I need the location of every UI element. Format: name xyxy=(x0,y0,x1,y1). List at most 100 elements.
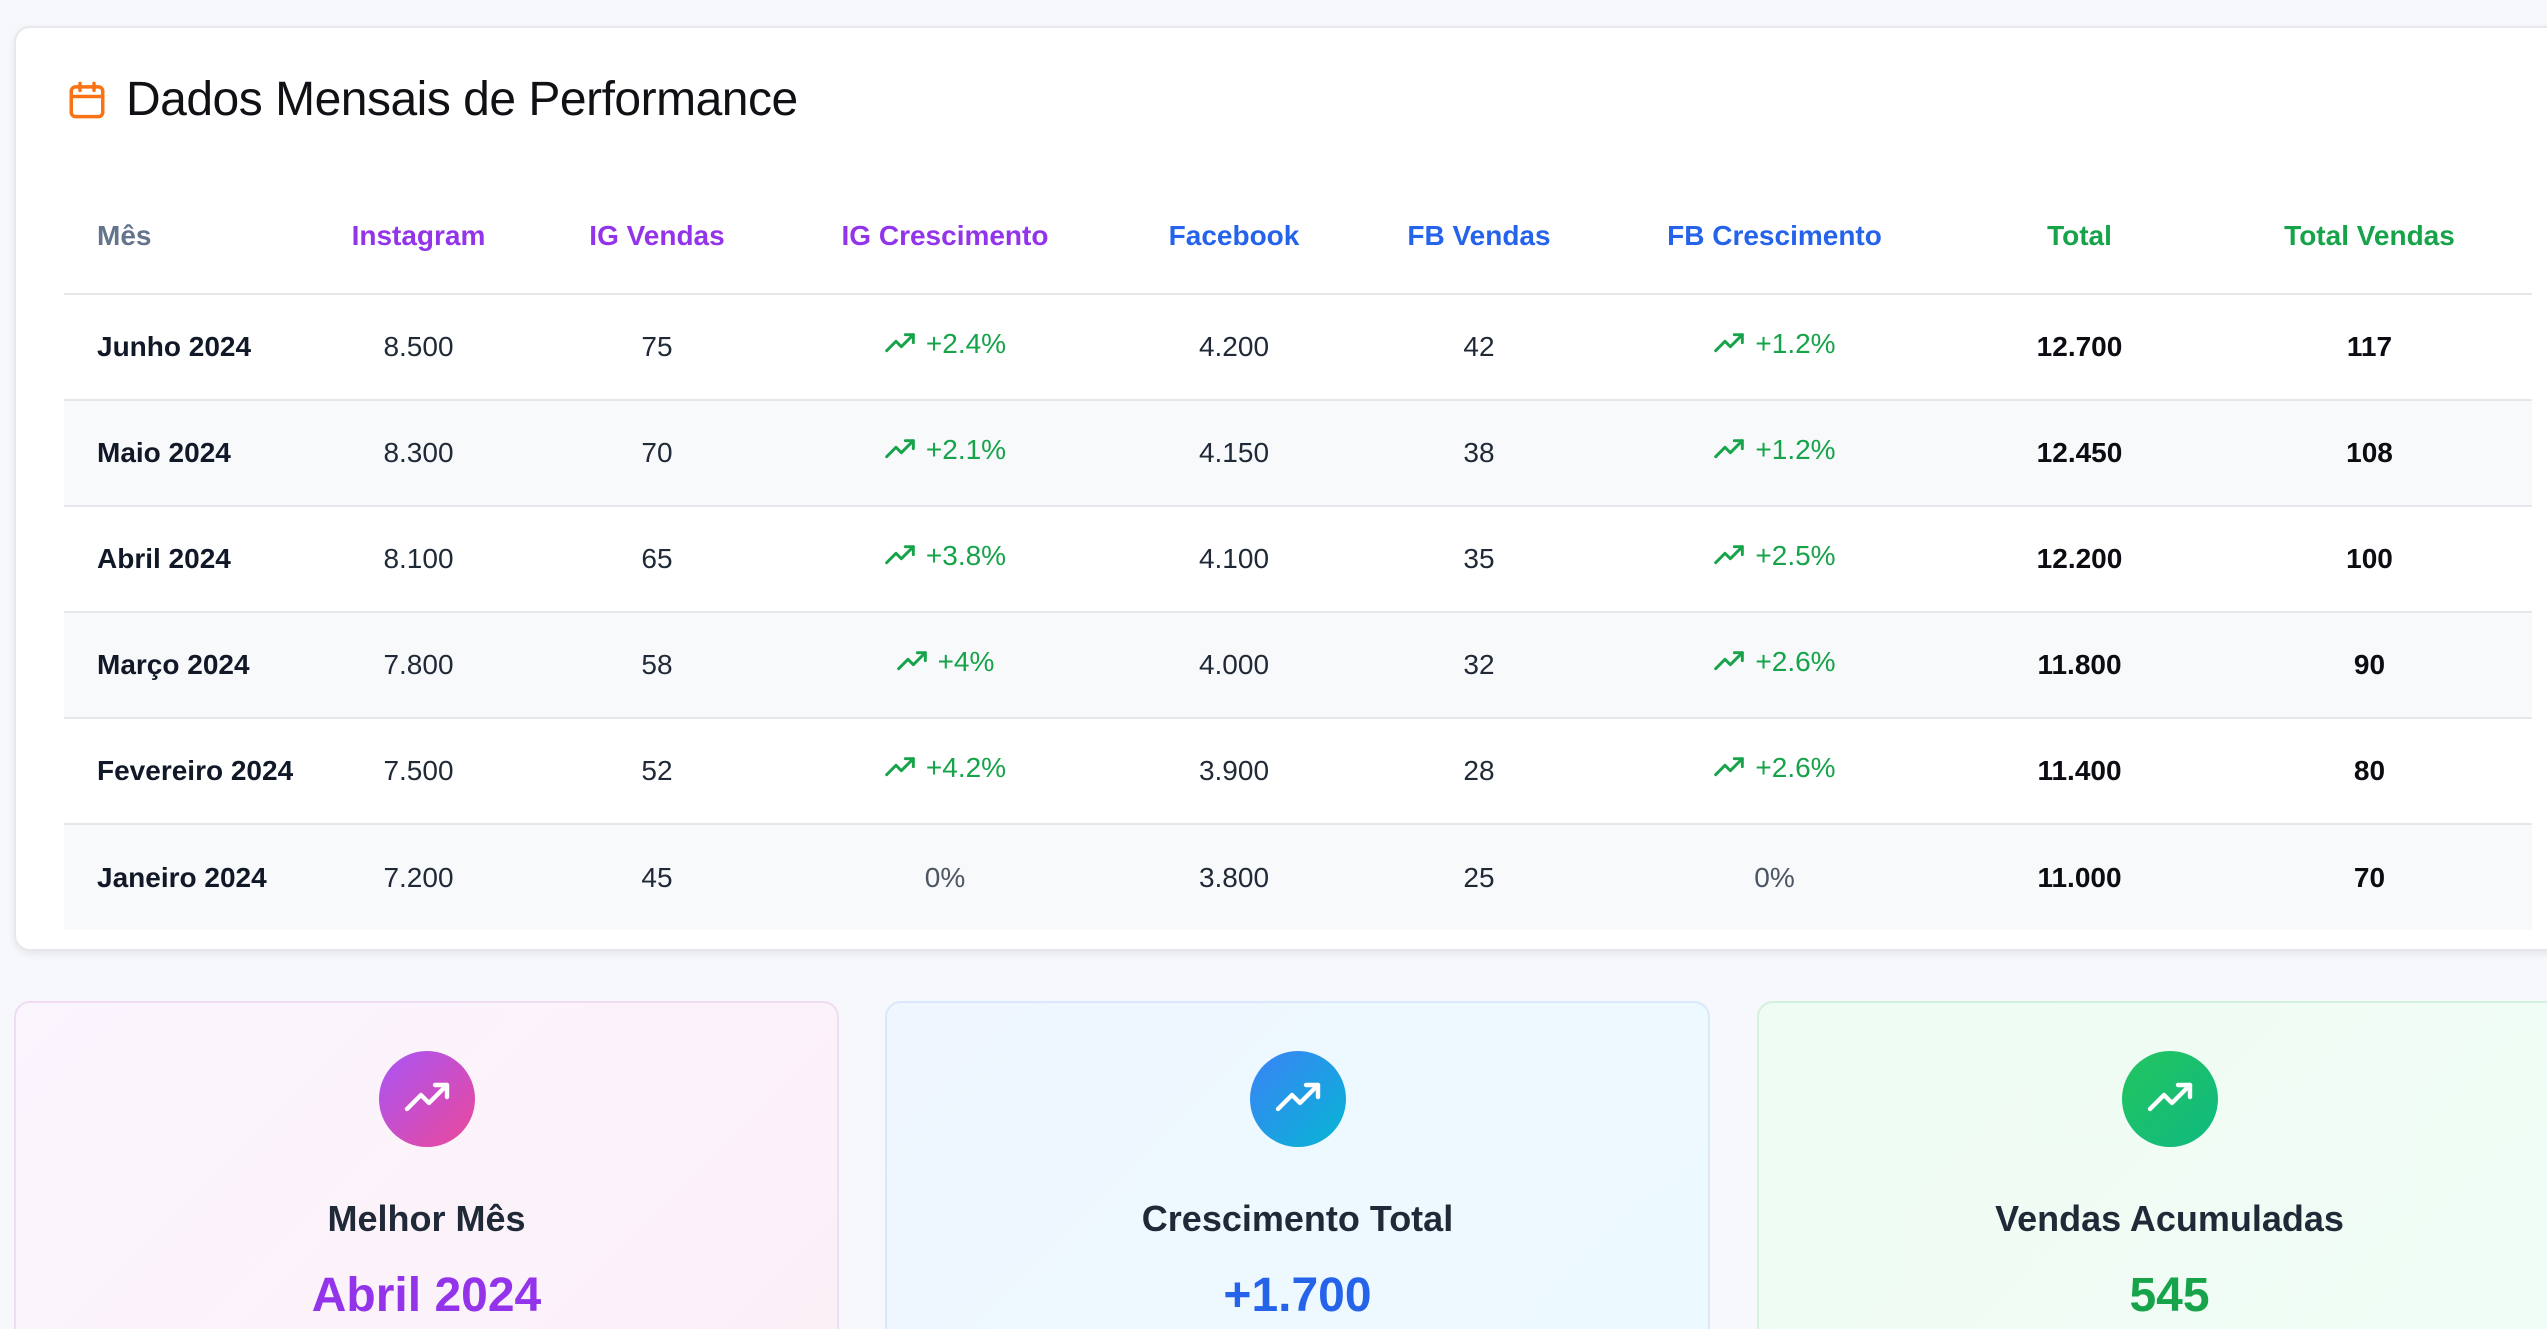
cell-total: 12.450 xyxy=(1952,400,2207,507)
cell-total-sales: 90 xyxy=(2207,612,2532,719)
accumulated-sales-card: Vendas Acumuladas 545 xyxy=(1757,1001,2547,1329)
cell-total-sales: 108 xyxy=(2207,400,2532,507)
cell-fb-growth: 0% xyxy=(1597,824,1952,930)
trending-up-icon xyxy=(884,540,916,572)
trending-up-icon xyxy=(1713,646,1745,678)
cell-instagram: 7.200 xyxy=(306,824,531,930)
total-growth-label: Crescimento Total xyxy=(1141,1198,1454,1239)
cell-month: Janeiro 2024 xyxy=(64,824,306,930)
cell-fb-sales: 35 xyxy=(1361,506,1597,613)
growth-indicator: +3.8% xyxy=(884,540,1006,572)
accumulated-sales-label: Vendas Acumuladas xyxy=(1995,1198,2344,1239)
column-header-total[interactable]: Total xyxy=(1952,178,2207,295)
cell-total-sales: 70 xyxy=(2207,824,2532,930)
cell-facebook: 4.200 xyxy=(1107,294,1361,401)
growth-value: +3.8% xyxy=(925,539,1007,571)
cell-facebook: 4.000 xyxy=(1107,612,1361,719)
growth-value: +2.6% xyxy=(1755,645,1836,677)
table-header-row: Mês Instagram IG Vendas IG Crescimento F… xyxy=(64,178,2532,295)
cell-ig-sales: 70 xyxy=(531,400,783,507)
cell-instagram: 8.300 xyxy=(306,400,531,507)
cell-fb-sales: 32 xyxy=(1361,612,1597,719)
growth-value: +2.1% xyxy=(925,433,1007,465)
cell-ig-sales: 75 xyxy=(531,294,783,401)
table-row[interactable]: Janeiro 2024 7.200 45 0% 3.800 25 0% 11.000 70 xyxy=(64,824,2532,930)
cell-total: 12.700 xyxy=(1952,294,2207,401)
total-growth-badge xyxy=(1249,1051,1346,1147)
cell-month: Fevereiro 2024 xyxy=(64,718,306,825)
growth-neutral: 0% xyxy=(1754,861,1795,893)
column-header-fb-sales[interactable]: FB Vendas xyxy=(1361,178,1597,295)
trending-up-icon xyxy=(884,328,916,360)
cell-total-sales: 117 xyxy=(2207,294,2532,401)
cell-month: Maio 2024 xyxy=(64,400,306,507)
cell-ig-growth: +2.1% xyxy=(783,400,1107,507)
page-title: Dados Mensais de Performance xyxy=(126,73,798,126)
table-row[interactable]: Março 2024 7.800 58 +4% 4.000 32 +2.6% 11.800 90 xyxy=(64,612,2532,719)
growth-indicator: +2.6% xyxy=(1713,752,1836,784)
trending-up-icon xyxy=(2146,1075,2194,1123)
trending-up-icon xyxy=(884,752,916,784)
trending-up-icon xyxy=(884,434,916,466)
cell-fb-growth: +2.5% xyxy=(1597,506,1952,613)
growth-value: +4.2% xyxy=(925,751,1007,783)
growth-value: +2.4% xyxy=(925,327,1007,359)
trending-up-icon xyxy=(1713,540,1745,572)
cell-fb-sales: 28 xyxy=(1361,718,1597,825)
column-header-instagram[interactable]: Instagram xyxy=(306,178,531,295)
growth-neutral: 0% xyxy=(924,861,966,893)
growth-indicator: +2.5% xyxy=(1713,539,1836,572)
card-header: Dados Mensais de Performance xyxy=(66,72,798,127)
cell-ig-growth: +2.4% xyxy=(783,294,1107,401)
performance-table: Mês Instagram IG Vendas IG Crescimento F… xyxy=(64,178,2532,930)
column-header-facebook[interactable]: Facebook xyxy=(1107,178,1361,295)
cell-ig-growth: +4% xyxy=(783,612,1107,719)
cell-facebook: 3.900 xyxy=(1107,718,1361,825)
cell-instagram: 8.100 xyxy=(306,506,531,613)
table-row[interactable]: Fevereiro 2024 7.500 52 +4.2% 3.900 28 +2.6% 11… xyxy=(64,718,2532,825)
cell-total-sales: 100 xyxy=(2207,506,2532,613)
cell-ig-growth: 0% xyxy=(783,824,1107,930)
best-month-card: Melhor Mês Abril 2024 xyxy=(14,1001,839,1329)
cell-fb-growth: +2.6% xyxy=(1597,718,1952,825)
best-month-badge xyxy=(378,1051,475,1147)
table-row[interactable]: Abril 2024 8.100 65 +3.8% 4.100 35 +2.5% 12.200… xyxy=(64,506,2532,613)
growth-indicator: +4.2% xyxy=(884,752,1006,784)
cell-ig-growth: +3.8% xyxy=(783,506,1107,613)
trending-up-icon xyxy=(1713,434,1745,466)
cell-total: 11.000 xyxy=(1952,824,2207,930)
cell-total: 11.800 xyxy=(1952,612,2207,719)
growth-value: +2.5% xyxy=(1755,539,1836,571)
cell-ig-growth: +4.2% xyxy=(783,718,1107,825)
trending-up-icon xyxy=(1274,1075,1322,1123)
best-month-label: Melhor Mês xyxy=(327,1198,526,1239)
growth-value: +1.2% xyxy=(1755,327,1836,359)
cell-instagram: 8.500 xyxy=(306,294,531,401)
column-header-fb-growth[interactable]: FB Crescimento xyxy=(1597,178,1952,295)
column-header-total-sales[interactable]: Total Vendas xyxy=(2207,178,2532,295)
cell-total-sales: 80 xyxy=(2207,718,2532,825)
growth-indicator: +2.4% xyxy=(884,328,1006,360)
cell-month: Abril 2024 xyxy=(64,506,306,613)
column-header-ig-sales[interactable]: IG Vendas xyxy=(531,178,783,295)
column-header-month[interactable]: Mês xyxy=(64,178,306,295)
cell-fb-growth: +1.2% xyxy=(1597,294,1952,401)
growth-indicator: +1.2% xyxy=(1713,327,1836,360)
growth-indicator: +2.1% xyxy=(884,434,1006,466)
cell-instagram: 7.500 xyxy=(306,718,531,825)
cell-fb-growth: +1.2% xyxy=(1597,400,1952,507)
accumulated-sales-badge xyxy=(2121,1051,2218,1147)
cell-month: Junho 2024 xyxy=(64,294,306,401)
growth-indicator: +1.2% xyxy=(1713,434,1836,466)
cell-facebook: 4.150 xyxy=(1107,400,1361,507)
column-header-ig-growth[interactable]: IG Crescimento xyxy=(783,178,1107,295)
cell-instagram: 7.800 xyxy=(306,612,531,719)
table-row[interactable]: Junho 2024 8.500 75 +2.4% 4.200 42 +1.2% 12.700… xyxy=(64,294,2532,401)
total-growth-card: Crescimento Total +1.700 xyxy=(885,1001,1710,1329)
cell-fb-sales: 25 xyxy=(1361,824,1597,930)
cell-fb-sales: 38 xyxy=(1361,400,1597,507)
cell-ig-sales: 45 xyxy=(531,824,783,930)
table-row[interactable]: Maio 2024 8.300 70 +2.1% 4.150 38 +1.2% 12.450 1… xyxy=(64,400,2532,507)
total-growth-value: +1.700 xyxy=(1223,1269,1372,1322)
cell-total: 11.400 xyxy=(1952,718,2207,825)
